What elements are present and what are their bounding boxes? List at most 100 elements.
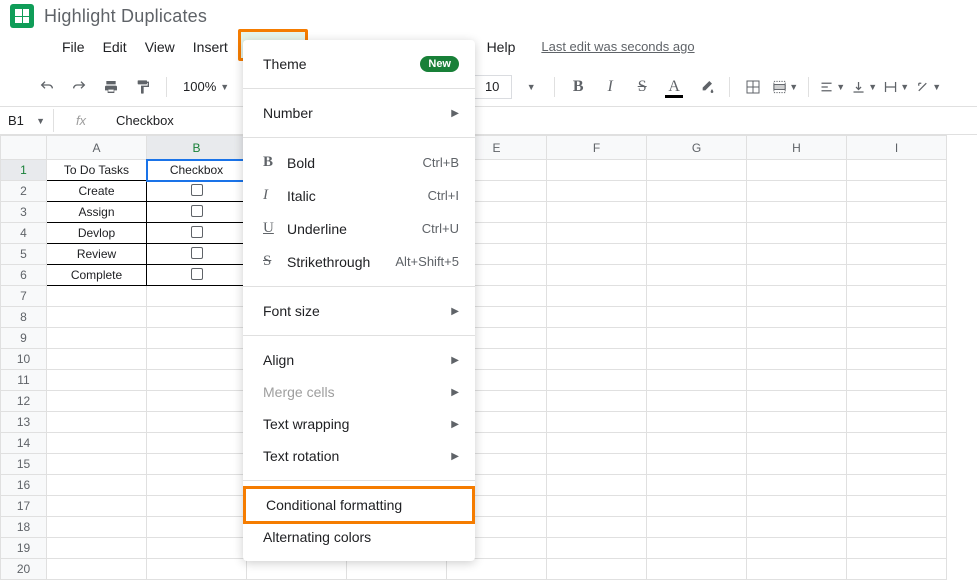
cell-F5[interactable] <box>547 244 647 265</box>
cell-A5[interactable]: Review <box>47 244 147 265</box>
menu-bold[interactable]: B Bold Ctrl+B <box>243 146 475 179</box>
cell-G4[interactable] <box>647 223 747 244</box>
cell-B3[interactable] <box>147 202 247 223</box>
cell-A17[interactable] <box>47 496 147 517</box>
col-header-A[interactable]: A <box>47 136 147 160</box>
bold-button[interactable]: B <box>565 74 591 100</box>
cell-A19[interactable] <box>47 538 147 559</box>
cell-G6[interactable] <box>647 265 747 286</box>
cell-H12[interactable] <box>747 391 847 412</box>
row-header-17[interactable]: 17 <box>1 496 47 517</box>
paint-format-button[interactable] <box>130 74 156 100</box>
cell-F12[interactable] <box>547 391 647 412</box>
cell-F14[interactable] <box>547 433 647 454</box>
cell-G9[interactable] <box>647 328 747 349</box>
cell-I2[interactable] <box>847 181 947 202</box>
row-header-15[interactable]: 15 <box>1 454 47 475</box>
cell-G13[interactable] <box>647 412 747 433</box>
row-header-3[interactable]: 3 <box>1 202 47 223</box>
cell-H19[interactable] <box>747 538 847 559</box>
menu-insert[interactable]: Insert <box>185 35 236 59</box>
col-header-H[interactable]: H <box>747 136 847 160</box>
cell-B10[interactable] <box>147 349 247 370</box>
row-header-2[interactable]: 2 <box>1 181 47 202</box>
menu-number[interactable]: Number ▶ <box>243 97 475 129</box>
row-header-13[interactable]: 13 <box>1 412 47 433</box>
merge-button[interactable]: ▼ <box>772 74 798 100</box>
cell-B19[interactable] <box>147 538 247 559</box>
cell-A18[interactable] <box>47 517 147 538</box>
cell-G14[interactable] <box>647 433 747 454</box>
cell-B9[interactable] <box>147 328 247 349</box>
row-header-9[interactable]: 9 <box>1 328 47 349</box>
cell-B2[interactable] <box>147 181 247 202</box>
cell-F20[interactable] <box>547 559 647 580</box>
checkbox-icon[interactable] <box>191 268 203 280</box>
cell-G8[interactable] <box>647 307 747 328</box>
cell-I3[interactable] <box>847 202 947 223</box>
menu-file[interactable]: File <box>54 35 93 59</box>
cell-H1[interactable] <box>747 160 847 181</box>
cell-G15[interactable] <box>647 454 747 475</box>
cell-A16[interactable] <box>47 475 147 496</box>
cell-G10[interactable] <box>647 349 747 370</box>
zoom-select[interactable]: 100% ▼ <box>177 79 235 94</box>
cell-I11[interactable] <box>847 370 947 391</box>
row-header-5[interactable]: 5 <box>1 244 47 265</box>
cell-I8[interactable] <box>847 307 947 328</box>
row-header-19[interactable]: 19 <box>1 538 47 559</box>
v-align-button[interactable]: ▼ <box>851 74 877 100</box>
checkbox-icon[interactable] <box>191 184 203 196</box>
cell-B7[interactable] <box>147 286 247 307</box>
cell-H2[interactable] <box>747 181 847 202</box>
row-header-16[interactable]: 16 <box>1 475 47 496</box>
cell-G19[interactable] <box>647 538 747 559</box>
row-header-12[interactable]: 12 <box>1 391 47 412</box>
cell-F2[interactable] <box>547 181 647 202</box>
cell-B11[interactable] <box>147 370 247 391</box>
cell-H7[interactable] <box>747 286 847 307</box>
cell-A13[interactable] <box>47 412 147 433</box>
cell-H18[interactable] <box>747 517 847 538</box>
cell-A10[interactable] <box>47 349 147 370</box>
cell-B1[interactable]: Checkbox <box>147 160 247 181</box>
cell-H15[interactable] <box>747 454 847 475</box>
font-size-input[interactable]: 10 <box>472 75 512 99</box>
cell-A11[interactable] <box>47 370 147 391</box>
cell-A20[interactable] <box>47 559 147 580</box>
strikethrough-button[interactable]: S <box>629 74 655 100</box>
cell-B20[interactable] <box>147 559 247 580</box>
menu-help[interactable]: Help <box>479 35 524 59</box>
cell-A9[interactable] <box>47 328 147 349</box>
cell-G16[interactable] <box>647 475 747 496</box>
menu-italic[interactable]: I Italic Ctrl+I <box>243 179 475 212</box>
cell-H9[interactable] <box>747 328 847 349</box>
menu-edit[interactable]: Edit <box>95 35 135 59</box>
cell-E20[interactable] <box>447 559 547 580</box>
menu-alternating-colors[interactable]: Alternating colors <box>243 521 475 553</box>
cell-A15[interactable] <box>47 454 147 475</box>
cell-F8[interactable] <box>547 307 647 328</box>
cell-H11[interactable] <box>747 370 847 391</box>
cell-I17[interactable] <box>847 496 947 517</box>
cell-G2[interactable] <box>647 181 747 202</box>
row-header-4[interactable]: 4 <box>1 223 47 244</box>
cell-F15[interactable] <box>547 454 647 475</box>
cell-H16[interactable] <box>747 475 847 496</box>
cell-B18[interactable] <box>147 517 247 538</box>
cell-B13[interactable] <box>147 412 247 433</box>
cell-F6[interactable] <box>547 265 647 286</box>
text-wrap-button[interactable]: ▼ <box>883 74 909 100</box>
cell-H14[interactable] <box>747 433 847 454</box>
cell-G17[interactable] <box>647 496 747 517</box>
cell-F16[interactable] <box>547 475 647 496</box>
checkbox-icon[interactable] <box>191 226 203 238</box>
cell-H17[interactable] <box>747 496 847 517</box>
cell-G18[interactable] <box>647 517 747 538</box>
cell-G1[interactable] <box>647 160 747 181</box>
cell-F9[interactable] <box>547 328 647 349</box>
cell-G7[interactable] <box>647 286 747 307</box>
borders-button[interactable] <box>740 74 766 100</box>
cell-D20[interactable] <box>347 559 447 580</box>
menu-font-size[interactable]: Font size ▶ <box>243 295 475 327</box>
